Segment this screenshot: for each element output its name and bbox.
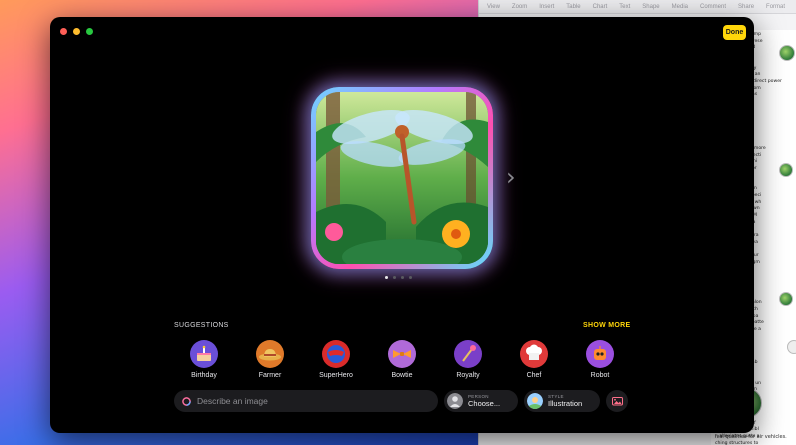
suggestion-chef[interactable]: Chef	[504, 340, 564, 379]
document-text-line: ching structures to	[715, 440, 759, 445]
document-thumbnail-image	[779, 292, 793, 306]
prompt-field[interactable]	[174, 390, 438, 412]
style-value: Illustration	[548, 399, 583, 408]
superhero-mask-icon	[322, 340, 350, 368]
page-dot[interactable]	[393, 276, 396, 279]
image-playground-window: Done › SUGGESTIONS SHOW MORE Birthday Fa…	[50, 17, 754, 433]
show-more-button[interactable]: SHOW MORE	[583, 322, 630, 329]
photo-icon	[611, 397, 623, 406]
window-controls	[60, 28, 93, 35]
add-image-button[interactable]	[606, 390, 628, 412]
suggestion-robot[interactable]: Robot	[570, 340, 630, 379]
document-toolbar-item: Zoom	[511, 3, 528, 10]
suggestion-farmer[interactable]: Farmer	[240, 340, 300, 379]
suggestion-label: Birthday	[191, 372, 217, 379]
suggestions-heading: SUGGESTIONS	[174, 322, 229, 329]
minimize-window-button[interactable]	[73, 28, 80, 35]
generated-image-frame[interactable]	[311, 87, 493, 269]
straw-hat-icon	[256, 340, 284, 368]
suggestion-royalty[interactable]: Royalty	[438, 340, 498, 379]
person-avatar-icon	[447, 393, 463, 409]
next-image-chevron-icon[interactable]: ›	[506, 165, 516, 189]
close-window-button[interactable]	[60, 28, 67, 35]
suggestion-birthday[interactable]: Birthday	[174, 340, 234, 379]
person-value: Choose...	[468, 399, 501, 408]
chef-hat-icon	[520, 340, 548, 368]
document-toolbar-item: Table	[566, 3, 581, 10]
suggestion-label: Chef	[526, 372, 542, 379]
birthday-cake-icon	[190, 340, 218, 368]
generated-image	[316, 92, 488, 264]
document-toolbar-item: Share	[738, 3, 755, 10]
document-toolbar-item: Media	[671, 3, 688, 10]
sparkle-icon	[182, 396, 191, 406]
suggestion-label: Robot	[590, 372, 610, 379]
suggestion-label: SuperHero	[319, 372, 353, 379]
page-dot[interactable]	[401, 276, 404, 279]
document-bottom-line: ival qualities for air vehicles.	[715, 434, 787, 440]
document-toolbar-item: Comment	[700, 3, 727, 10]
page-dot[interactable]	[385, 276, 388, 279]
illustration-style-icon	[527, 393, 543, 409]
bowtie-icon	[388, 340, 416, 368]
dragonfly-illustration	[316, 92, 488, 264]
document-toolbar-item: Insert	[539, 3, 555, 10]
scepter-icon	[454, 340, 482, 368]
document-thumbnail-image	[779, 45, 795, 61]
document-toolbar-item: Text	[619, 3, 631, 10]
suggestions-row: Birthday Farmer SuperHero Bowtie Royalty Chef…	[174, 340, 634, 382]
document-thumbnail-image	[787, 340, 796, 354]
page-indicator	[385, 276, 412, 279]
document-toolbar-item: Chart	[592, 3, 608, 10]
document-toolbar-item: Shape	[642, 3, 660, 10]
document-toolbar-item: Format	[766, 3, 786, 10]
document-thumbnail-image	[779, 163, 793, 177]
page-dot[interactable]	[409, 276, 412, 279]
zoom-window-button[interactable]	[86, 28, 93, 35]
robot-icon	[586, 340, 614, 368]
person-picker[interactable]: PERSON Choose...	[444, 390, 518, 412]
describe-image-input[interactable]	[197, 396, 417, 406]
document-toolbar-item: View	[487, 3, 500, 10]
suggestion-bowtie[interactable]: Bowtie	[372, 340, 432, 379]
suggestion-label: Bowtie	[391, 372, 413, 379]
suggestion-superhero[interactable]: SuperHero	[306, 340, 366, 379]
document-toolbar: View Zoom Insert Table Chart Text Shape Media Co…	[479, 0, 796, 14]
suggestion-label: Royalty	[456, 372, 480, 379]
suggestion-label: Farmer	[258, 372, 282, 379]
done-button[interactable]: Done	[723, 25, 746, 40]
style-picker[interactable]: STYLE Illustration	[524, 390, 600, 412]
